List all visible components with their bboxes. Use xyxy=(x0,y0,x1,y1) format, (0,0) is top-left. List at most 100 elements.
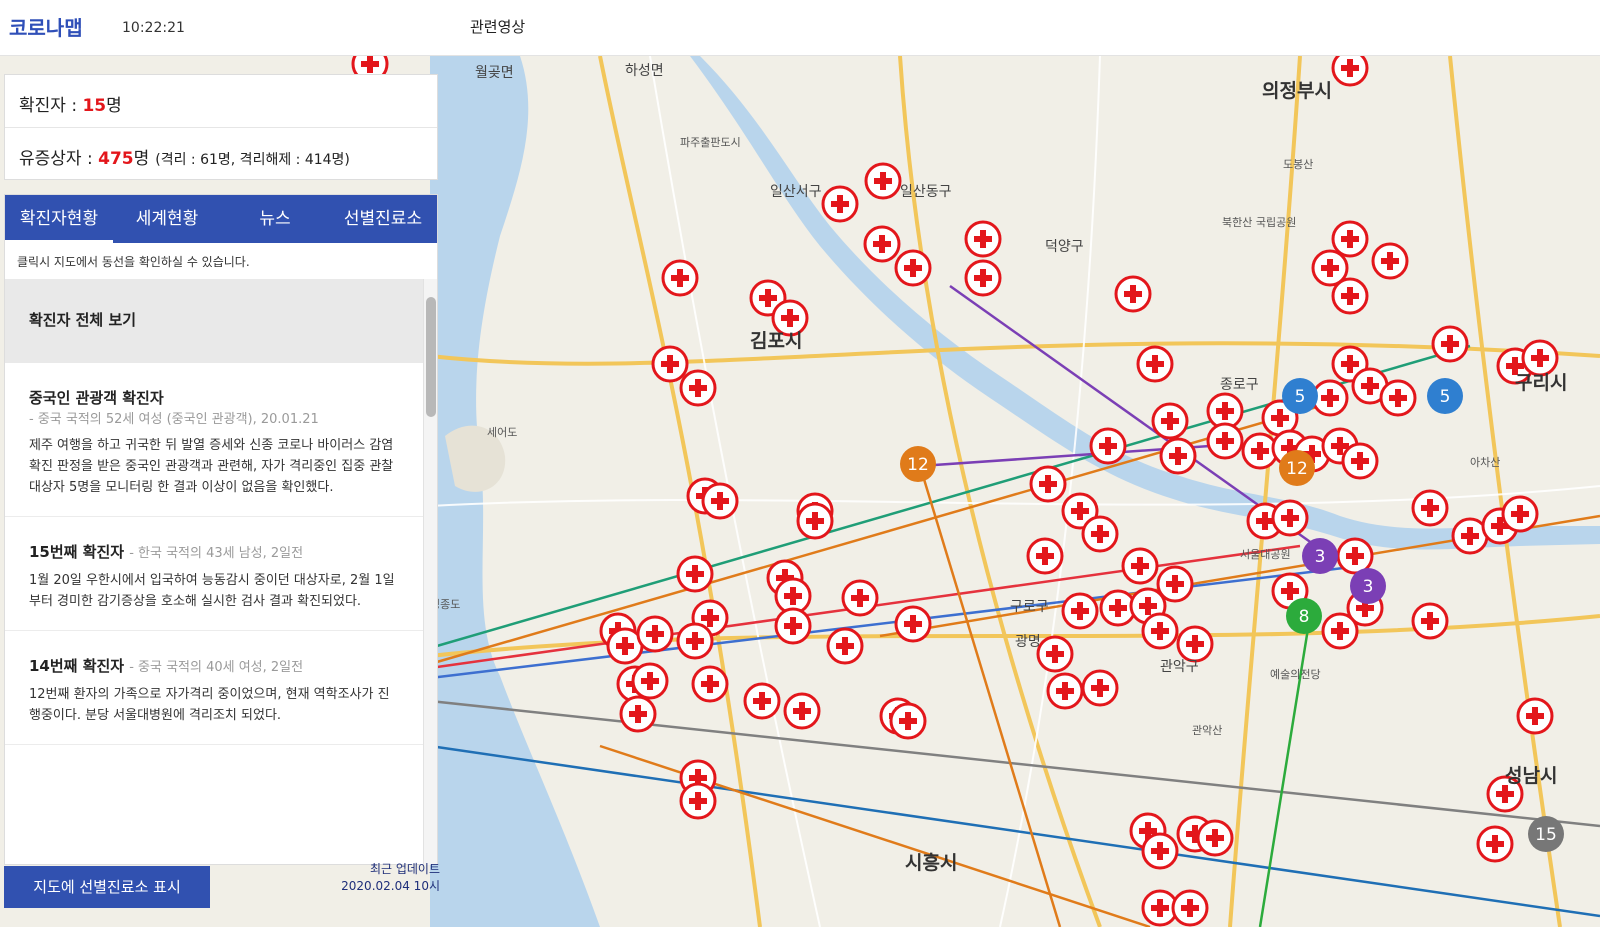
sea xyxy=(430,56,600,927)
case-marker[interactable] xyxy=(1081,669,1119,707)
case-marker[interactable] xyxy=(1501,495,1539,533)
case-marker[interactable] xyxy=(619,695,657,733)
case-marker[interactable] xyxy=(701,482,739,520)
case-marker[interactable] xyxy=(679,369,717,407)
show-clinics-button[interactable]: 지도에 선별진료소 표시 xyxy=(4,866,210,908)
case-marker[interactable] xyxy=(1141,832,1179,870)
list-item[interactable]: 중국인 관광객 확진자 - 중국 국적의 52세 여성 (중국인 관광객), 2… xyxy=(5,363,423,517)
case-marker[interactable] xyxy=(1121,547,1159,585)
case-desc: 12번째 환자의 가족으로 자가격리 중이었으며, 현재 역학조사가 진행중이다… xyxy=(29,687,390,723)
case-marker[interactable] xyxy=(661,259,699,297)
place-label: 김포시 xyxy=(750,330,803,352)
case-marker[interactable] xyxy=(1206,422,1244,460)
case-marker[interactable] xyxy=(1379,379,1417,417)
list-item[interactable]: 15번째 확진자 - 한국 국적의 43세 남성, 2일전 1월 20일 우한시… xyxy=(5,517,423,631)
case-marker[interactable] xyxy=(1159,437,1197,475)
case-marker[interactable] xyxy=(1516,697,1554,735)
case-marker[interactable] xyxy=(889,702,927,740)
case-marker[interactable] xyxy=(1331,277,1369,315)
case-marker[interactable] xyxy=(691,665,729,703)
case-marker[interactable] xyxy=(1046,672,1084,710)
nav-related-video[interactable]: 관련영상 xyxy=(470,16,525,37)
case-marker[interactable] xyxy=(676,555,714,593)
case-marker[interactable] xyxy=(964,259,1002,297)
svg-text:5: 5 xyxy=(1440,387,1451,407)
case-marker[interactable] xyxy=(1341,442,1379,480)
case-marker[interactable] xyxy=(679,782,717,820)
tab-news[interactable]: 뉴스 xyxy=(221,195,329,243)
case-marker[interactable] xyxy=(1331,56,1369,87)
case-marker[interactable] xyxy=(783,692,821,730)
place-label: 일산동구 xyxy=(900,184,952,200)
case-marker[interactable] xyxy=(1151,402,1189,440)
suspected-row: 유증상자 : 475명 (격리 : 61명, 격리해제 : 414명) xyxy=(5,127,437,179)
confirmed-value: 15 xyxy=(82,96,107,116)
case-marker[interactable] xyxy=(1029,465,1067,503)
place-label: 관악구 xyxy=(1160,659,1199,675)
case-marker[interactable] xyxy=(841,579,879,617)
case-title: 14번째 확진자 xyxy=(29,657,125,675)
case-marker[interactable] xyxy=(1411,489,1449,527)
tab-bar: 확진자현황 세계현황 뉴스 선별진료소 xyxy=(5,195,437,243)
case-marker[interactable] xyxy=(1114,275,1152,313)
case-marker[interactable] xyxy=(1411,602,1449,640)
case-marker[interactable] xyxy=(1336,537,1374,575)
case-marker[interactable] xyxy=(1271,499,1309,537)
case-list[interactable]: 확진자 전체 보기 중국인 관광객 확진자 - 중국 국적의 52세 여성 (중… xyxy=(5,279,423,865)
case-marker[interactable] xyxy=(964,220,1002,258)
case-marker[interactable] xyxy=(1026,537,1064,575)
case-marker[interactable] xyxy=(1136,345,1174,383)
place-label: 시흥시 xyxy=(905,852,958,874)
case-marker[interactable] xyxy=(631,662,669,700)
tab-world[interactable]: 세계현황 xyxy=(113,195,221,243)
case-marker[interactable] xyxy=(1196,819,1234,857)
svg-text:3: 3 xyxy=(1315,547,1326,567)
tab-clinics[interactable]: 선별진료소 xyxy=(329,195,437,243)
case-marker[interactable] xyxy=(1431,325,1469,363)
brand-logo[interactable]: 코로나맵 xyxy=(9,12,83,41)
list-scrollbar[interactable] xyxy=(423,279,437,865)
place-label: 종로구 xyxy=(1220,377,1259,393)
case-marker[interactable] xyxy=(1371,242,1409,280)
case-marker[interactable] xyxy=(1331,220,1369,258)
case-marker[interactable] xyxy=(1141,612,1179,650)
list-item[interactable]: 14번째 확진자 - 중국 국적의 40세 여성, 2일전 12번째 환자의 가… xyxy=(5,631,423,745)
place-label: 파주출판도시 xyxy=(680,136,741,149)
case-marker[interactable] xyxy=(636,615,674,653)
case-marker[interactable] xyxy=(1171,889,1209,927)
case-marker[interactable] xyxy=(1089,427,1127,465)
case-marker[interactable] xyxy=(863,225,901,263)
case-marker[interactable] xyxy=(1476,825,1514,863)
panel-hint: 클릭시 지도에서 동선을 확인하실 수 있습니다. xyxy=(17,255,250,269)
case-meta: - 중국 국적의 40세 여성, 2일전 xyxy=(129,660,304,675)
case-marker[interactable] xyxy=(1036,635,1074,673)
case-meta: - 한국 국적의 43세 남성, 2일전 xyxy=(129,546,304,561)
case-marker[interactable] xyxy=(894,605,932,643)
case-marker[interactable] xyxy=(894,249,932,287)
case-marker[interactable] xyxy=(826,627,864,665)
case-marker[interactable] xyxy=(796,502,834,540)
case-marker[interactable] xyxy=(1061,592,1099,630)
case-meta: - 중국 국적의 52세 여성 (중국인 관광객), 20.01.21 xyxy=(29,412,319,427)
place-label: 광명 xyxy=(1015,634,1041,650)
case-marker[interactable] xyxy=(1081,515,1119,553)
case-marker[interactable] xyxy=(821,185,859,223)
place-label: 관악산 xyxy=(1192,724,1223,737)
top-bar: 코로나맵 10:22:21 관련영상 xyxy=(0,0,1600,56)
case-marker[interactable] xyxy=(1321,612,1359,650)
side-panel: 확진자현황 세계현황 뉴스 선별진료소 클릭시 지도에서 동선을 확인하실 수 … xyxy=(4,194,438,865)
scrollbar-thumb[interactable] xyxy=(426,297,436,417)
confirmed-unit: 명 xyxy=(106,96,122,116)
case-marker[interactable] xyxy=(676,622,714,660)
case-marker[interactable] xyxy=(774,607,812,645)
suspected-label: 유증상자 : xyxy=(19,149,99,169)
case-marker[interactable] xyxy=(651,345,689,383)
case-marker[interactable] xyxy=(864,162,902,200)
place-label: 덕양구 xyxy=(1045,239,1084,255)
svg-text:3: 3 xyxy=(1363,577,1374,597)
view-all-cases-button[interactable]: 확진자 전체 보기 xyxy=(5,279,423,363)
case-marker[interactable] xyxy=(743,682,781,720)
place-label: 월곶면 xyxy=(475,65,514,81)
tab-confirmed[interactable]: 확진자현황 xyxy=(5,195,113,243)
case-marker[interactable] xyxy=(1311,379,1349,417)
